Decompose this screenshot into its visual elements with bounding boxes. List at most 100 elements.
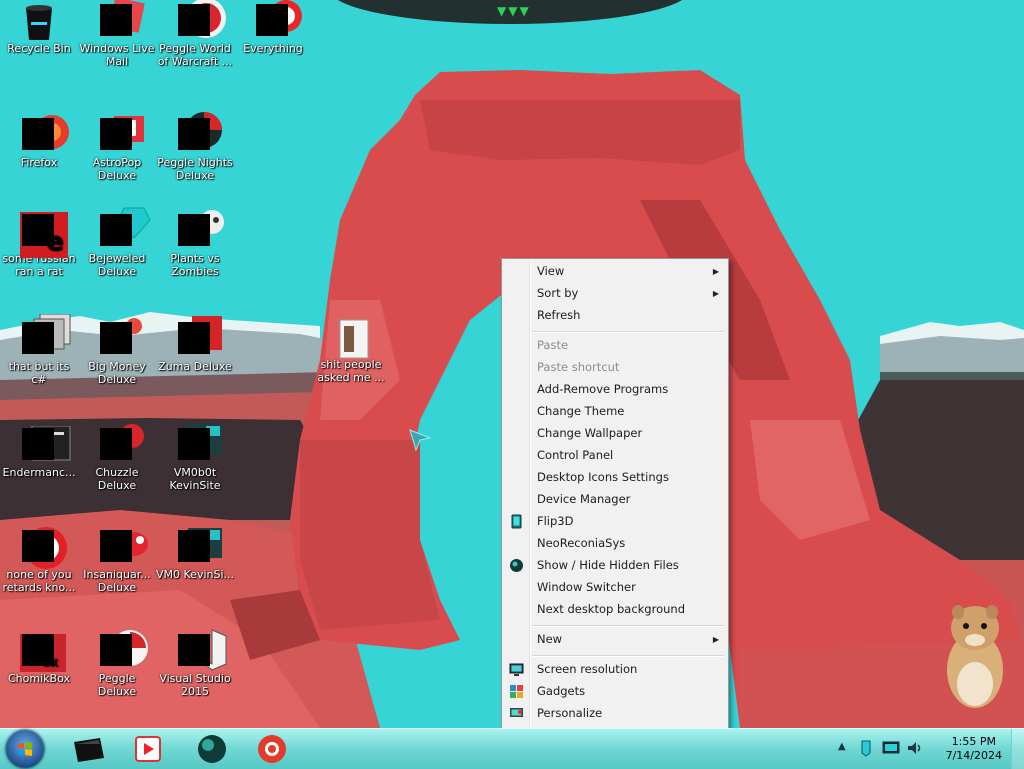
desktop-icon-label: Zuma Deluxe bbox=[158, 360, 232, 373]
menu-item-label: Personalize bbox=[537, 706, 603, 720]
mail-icon bbox=[100, 0, 145, 38]
firefox-icon bbox=[258, 735, 286, 763]
desktop-icon-windows-live-mail[interactable]: Windows Live Mail bbox=[78, 0, 156, 68]
taskbar-pinned-media-player[interactable] bbox=[126, 732, 170, 766]
menu-item-show-hide-hidden-files[interactable]: Show / Hide Hidden Files bbox=[505, 555, 725, 576]
menu-item-screen-resolution[interactable]: Screen resolution bbox=[505, 659, 725, 680]
clock-date: 7/14/2024 bbox=[945, 749, 1002, 762]
menu-item-control-panel[interactable]: Control Panel bbox=[505, 445, 725, 466]
menu-separator bbox=[532, 331, 724, 333]
desktop-icon-peggle-deluxe[interactable]: Peggle Deluxe bbox=[78, 630, 156, 698]
peggle-icon bbox=[178, 112, 222, 152]
action-center-icon[interactable] bbox=[858, 739, 874, 757]
desktop-icon-insaniquarium-deluxe[interactable]: Insaniquar... Deluxe bbox=[78, 530, 156, 594]
app-icon: e bbox=[20, 212, 68, 258]
menu-item-label: Change Wallpaper bbox=[537, 426, 643, 440]
menu-item-neoreconiasys[interactable]: NeoReconiaSys bbox=[505, 533, 725, 554]
taskbar-pinned-firefox[interactable] bbox=[250, 732, 294, 766]
menu-item-personalize[interactable]: Personalize bbox=[505, 703, 725, 724]
clock[interactable]: 1:55 PM 7/14/2024 bbox=[946, 735, 1002, 763]
desktop-icon-some-russian[interactable]: e some russian ran a rat bbox=[0, 212, 78, 278]
personalize-icon bbox=[510, 708, 523, 717]
desktop-icon-label: Peggle Deluxe bbox=[97, 672, 137, 698]
game-icon bbox=[100, 116, 144, 152]
menu-item-next-desktop-background[interactable]: Next desktop background bbox=[505, 599, 725, 620]
submenu-arrow-icon: ▶ bbox=[712, 635, 719, 644]
monitor-icon bbox=[509, 663, 524, 676]
desktop-icon-big-money-deluxe[interactable]: Big Money Deluxe bbox=[78, 318, 156, 386]
taskbar-pinned-browser-globe[interactable] bbox=[190, 732, 234, 766]
menu-item-label: Window Switcher bbox=[537, 580, 636, 594]
menu-item-label: Next desktop background bbox=[537, 602, 685, 616]
menu-item-change-wallpaper[interactable]: Change Wallpaper bbox=[505, 423, 725, 444]
menu-item-new[interactable]: New ▶ bbox=[505, 629, 725, 650]
desktop-icon-that-but-its-c[interactable]: that but its c# bbox=[0, 314, 78, 386]
menu-item-sort-by[interactable]: Sort by ▶ bbox=[505, 283, 725, 304]
menu-item-label: Refresh bbox=[537, 308, 581, 322]
desktop-icon-peggle-world-of-warcraft[interactable]: Peggle World of Warcraft ... bbox=[156, 0, 234, 68]
menu-separator bbox=[532, 625, 724, 627]
volume-icon[interactable] bbox=[906, 740, 924, 756]
desktop-icon-astropop-deluxe[interactable]: AstroPop Deluxe bbox=[78, 116, 156, 182]
desktop-icon-label: Plants vs Zombies bbox=[170, 252, 220, 278]
desktop-icon-plants-vs-zombies[interactable]: Plants vs Zombies bbox=[156, 210, 234, 278]
menu-item-window-switcher[interactable]: Window Switcher bbox=[505, 577, 725, 598]
hamster-gadget-icon bbox=[947, 605, 1003, 708]
show-desktop-button[interactable] bbox=[1011, 729, 1024, 769]
menu-item-label: Gadgets bbox=[537, 684, 586, 698]
menu-item-label: Desktop Icons Settings bbox=[537, 470, 669, 484]
menu-item-desktop-icons-settings[interactable]: Desktop Icons Settings bbox=[505, 467, 725, 488]
gadgets-icon bbox=[510, 685, 523, 698]
menu-item-gadgets[interactable]: Gadgets bbox=[505, 681, 725, 702]
menu-item-device-manager[interactable]: Device Manager bbox=[505, 489, 725, 510]
desktop-icon-everything[interactable]: Everything bbox=[234, 0, 312, 55]
start-button[interactable] bbox=[6, 730, 44, 768]
taskbar-pinned-explorer[interactable] bbox=[66, 732, 110, 766]
recycle-bin-icon bbox=[22, 4, 56, 40]
menu-item-flip3d[interactable]: Flip3D bbox=[505, 511, 725, 532]
windows-logo-icon bbox=[18, 742, 32, 756]
file-icon bbox=[334, 319, 369, 359]
system-tray: ▲ 1:55 PM 7/14/2024 bbox=[834, 729, 1024, 769]
desktop-icon-label: Peggle Nights Deluxe bbox=[157, 156, 233, 182]
menu-item-label: Paste bbox=[537, 338, 569, 352]
gadget-indicator-icon: ▼▼▼ bbox=[497, 4, 531, 18]
firefox-icon bbox=[22, 115, 69, 152]
menu-item-paste-shortcut[interactable]: Paste shortcut bbox=[505, 357, 725, 378]
desktop-icon-chomikbox[interactable]: ox ChomikBox bbox=[0, 634, 78, 685]
desktop-icon-label: Bejeweled Deluxe bbox=[88, 252, 146, 278]
desktop-icon-vm0-kevinsi[interactable]: VM0 KevinSi... bbox=[156, 528, 234, 581]
box-icon: ox bbox=[20, 634, 66, 672]
menu-item-refresh[interactable]: Refresh bbox=[505, 305, 725, 326]
menu-item-label: Sort by bbox=[537, 286, 579, 300]
peggle-icon bbox=[178, 0, 226, 38]
desktop-icon-label: Everything bbox=[243, 42, 303, 55]
menu-item-view[interactable]: View ▶ bbox=[505, 261, 725, 282]
desktop-icon-vm0b0t-kevinsite[interactable]: VM0b0t KevinSite bbox=[156, 424, 234, 492]
desktop-icon-chuzzle-deluxe[interactable]: Chuzzle Deluxe bbox=[78, 424, 156, 492]
desktop-icon-visual-studio-2015[interactable]: Visual Studio 2015 bbox=[156, 629, 234, 698]
menu-item-add-remove-programs[interactable]: Add-Remove Programs bbox=[505, 379, 725, 400]
menu-item-change-theme[interactable]: Change Theme bbox=[505, 401, 725, 422]
desktop-icon-shit-people[interactable]: shit people asked me ... bbox=[312, 319, 390, 384]
desktop-icon-none-of-you[interactable]: none of you retards kno... bbox=[0, 527, 78, 594]
desktop-context-menu: View ▶ Sort by ▶ Refresh Paste Paste sho… bbox=[501, 258, 729, 730]
desktop-icon-peggle-nights-deluxe[interactable]: Peggle Nights Deluxe bbox=[156, 112, 234, 182]
menu-item-paste[interactable]: Paste bbox=[505, 335, 725, 356]
window-icon bbox=[22, 426, 71, 462]
show-hidden-icons-arrow[interactable]: ▲ bbox=[838, 741, 846, 752]
peggle-icon bbox=[100, 630, 148, 668]
app-icon bbox=[22, 527, 67, 569]
desktop-icon-label: Big Money Deluxe bbox=[88, 360, 146, 386]
desktop-icon-firefox[interactable]: Firefox bbox=[0, 115, 78, 169]
desktop-icon-label: that but its c# bbox=[8, 360, 70, 386]
menu-item-label: New bbox=[537, 632, 563, 646]
menu-item-label: Change Theme bbox=[537, 404, 625, 418]
desktop-icon-endermanch[interactable]: Endermanc... bbox=[0, 426, 78, 479]
desktop-icon-zuma-deluxe[interactable]: Zuma Deluxe bbox=[156, 316, 234, 373]
desktop-icon-bejeweled-deluxe[interactable]: Bejeweled Deluxe bbox=[78, 207, 156, 278]
menu-separator bbox=[532, 655, 724, 657]
submenu-arrow-icon: ▶ bbox=[712, 289, 719, 298]
network-icon[interactable] bbox=[882, 740, 900, 756]
desktop-icon-recycle-bin[interactable]: Recycle Bin bbox=[0, 4, 78, 55]
